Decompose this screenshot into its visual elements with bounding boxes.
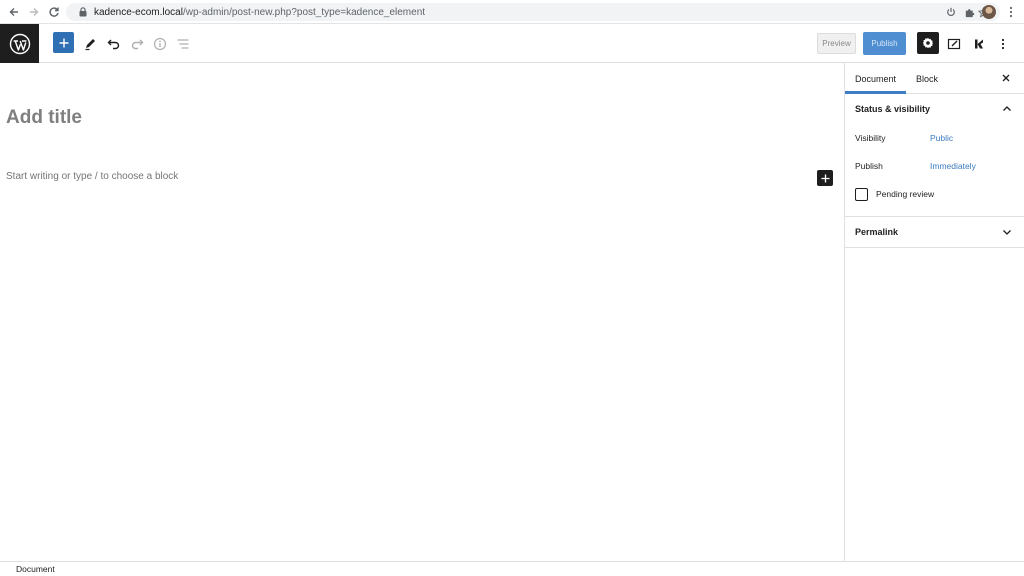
preview-button[interactable]: Preview [817,33,856,54]
forward-arrow-icon[interactable] [24,2,44,22]
kadence-logo-icon [975,39,983,49]
back-arrow-icon[interactable] [4,2,24,22]
list-view-icon [177,39,189,49]
editor-header: Preview Publish [0,24,1024,63]
list-view-button[interactable] [172,33,194,55]
browser-toolbar: kadence-ecom.local/wp-admin/post-new.php… [0,0,1024,24]
pencil-icon [85,39,95,51]
tools-button[interactable] [79,33,101,55]
editor-style-icon [947,38,961,50]
plus-icon [820,173,830,183]
power-icon[interactable] [942,3,960,21]
url-host: kadence-ecom.local [94,6,183,18]
plus-icon [59,38,68,47]
settings-sidebar: Document Block Status & visibility Visib… [844,63,1024,561]
options-menu-button[interactable] [992,33,1014,55]
url-path: /wp-admin/post-new.php?post_type=kadence… [182,6,426,18]
kadence-button[interactable] [968,33,990,55]
wordpress-logo-icon[interactable] [0,24,39,63]
visibility-toggle[interactable]: Public [930,133,953,143]
pending-review-row: Pending review [845,180,1024,208]
publish-label: Publish [855,161,883,171]
settings-button[interactable] [917,32,939,54]
redo-button[interactable] [126,33,148,55]
permalink-panel-toggle[interactable]: Permalink [845,217,1024,248]
reload-icon[interactable] [44,2,64,22]
visibility-label: Visibility [855,133,886,143]
gear-icon [922,37,934,49]
url-text: kadence-ecom.local/wp-admin/post-new.php… [94,7,425,18]
chevron-up-icon [1003,106,1011,111]
editor-canvas: Add title Start writing or type / to cho… [0,63,845,561]
avatar [982,5,996,19]
panel-title: Permalink [855,227,899,237]
chevron-down-icon [1003,230,1011,235]
close-icon[interactable] [1000,72,1012,84]
publish-button[interactable]: Publish [863,32,906,55]
undo-button[interactable] [103,33,125,55]
sidebar-tabs: Document Block [845,63,1024,94]
tab-block[interactable]: Block [916,63,938,94]
pending-review-label[interactable]: Pending review [876,189,934,199]
publish-row: Publish Immediately [845,152,1024,180]
profile-avatar[interactable] [980,3,998,21]
kebab-menu-icon [1001,38,1005,50]
panel-title: Status & visibility [855,103,931,114]
breadcrumb[interactable]: Document [16,564,55,574]
info-icon [153,37,167,51]
redo-icon [131,39,144,50]
address-bar[interactable]: kadence-ecom.local/wp-admin/post-new.php… [66,3,1000,21]
default-block-appender[interactable]: Start writing or type / to choose a bloc… [6,171,178,182]
post-title-input[interactable]: Add title [6,107,82,129]
status-visibility-panel-toggle[interactable]: Status & visibility [845,94,1024,124]
extensions-icon[interactable] [960,3,978,21]
visibility-row: Visibility Public [845,124,1024,152]
pending-review-checkbox[interactable] [855,187,868,201]
tab-document[interactable]: Document [855,63,896,94]
block-breadcrumb-bar: Document [0,561,1024,576]
chrome-menu-icon[interactable] [1002,3,1020,21]
publish-date-toggle[interactable]: Immediately [930,161,976,171]
editor-style-button[interactable] [943,33,965,55]
block-add-button[interactable] [817,170,833,186]
details-button[interactable] [149,33,171,55]
lock-icon [76,3,90,21]
add-block-button[interactable] [53,32,74,53]
undo-icon [107,39,120,50]
